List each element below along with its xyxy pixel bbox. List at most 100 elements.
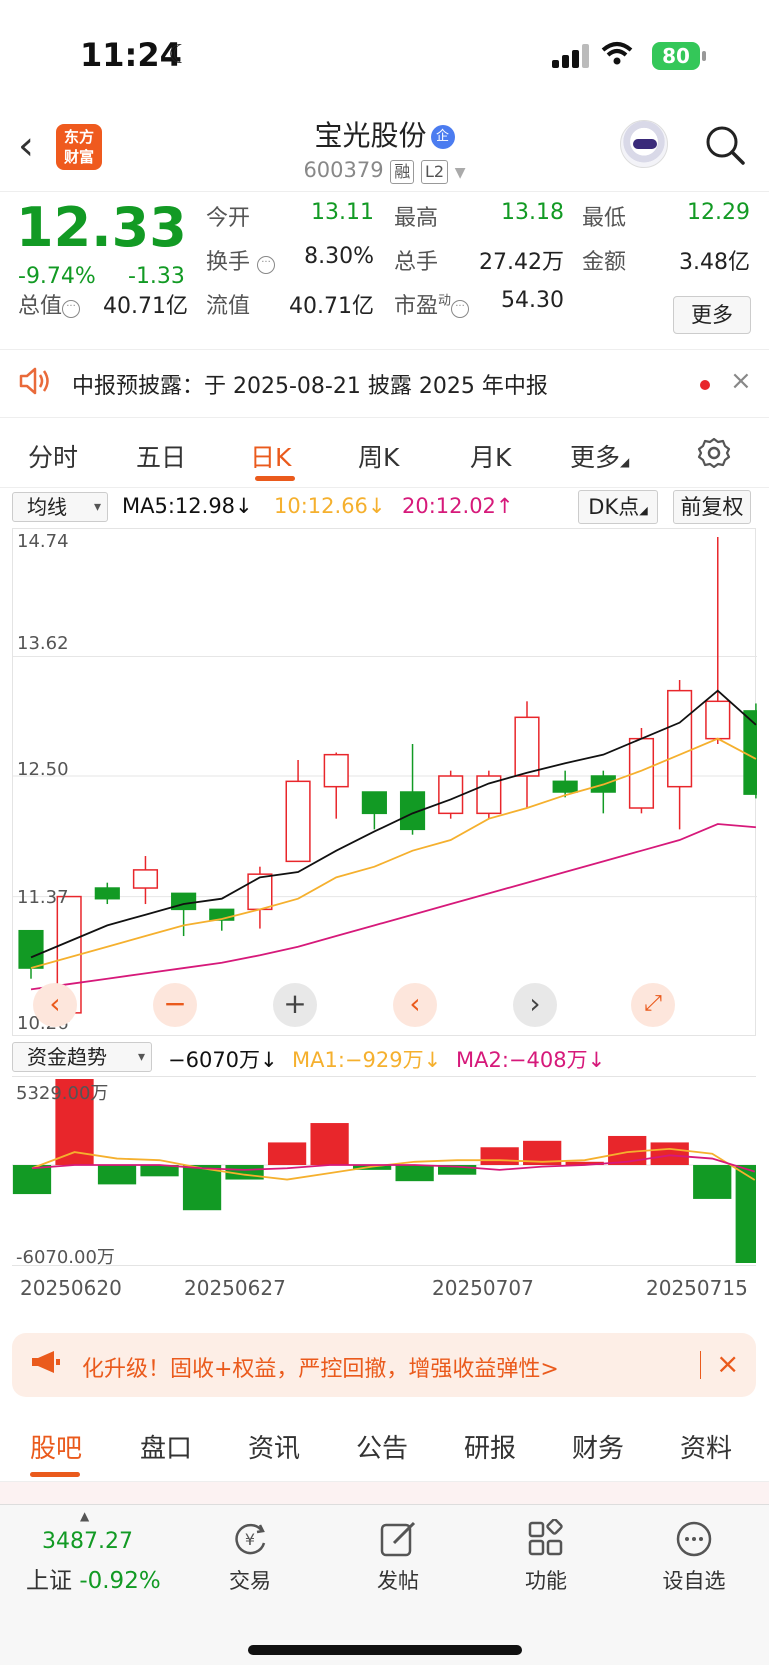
candle-body: [438, 775, 464, 815]
tab-research[interactable]: 研报: [464, 1428, 516, 1465]
ma20-line: [30, 823, 756, 991]
mktcap-value: 40.71亿: [103, 294, 188, 319]
info-tabs: 股吧 盘口 资讯 公告 研报 财务 资料: [0, 1412, 769, 1482]
pe-label: 市盈动 ···: [394, 288, 470, 320]
volume-label: 总手: [394, 250, 439, 275]
clock: 11:24: [80, 36, 182, 74]
notice-text: 中报预披露：于 2025-08-21 披露 2025 年中报: [72, 374, 548, 399]
tab-monthly-k[interactable]: 月K: [470, 438, 511, 474]
tab-weekly-k[interactable]: 周K: [358, 438, 399, 474]
more-dots-icon: [674, 1519, 714, 1559]
y-tick-label: 14.74: [17, 531, 69, 552]
megaphone-icon: [30, 1349, 62, 1382]
nav-label: 设自选: [662, 1569, 726, 1593]
next-icon[interactable]: ›: [513, 983, 557, 1027]
zoom-in-icon[interactable]: +: [273, 983, 317, 1027]
info-icon: ···: [451, 300, 470, 318]
candle-body: [667, 689, 693, 788]
tab-finance[interactable]: 财务: [572, 1428, 624, 1465]
adjust-button[interactable]: 前复权: [673, 490, 751, 524]
nav-label: 发帖: [377, 1569, 419, 1593]
nav-label: 功能: [525, 1569, 567, 1593]
fund-ma1: MA1:−929万↓: [292, 1048, 442, 1072]
index-label[interactable]: 上证 -0.92%: [26, 1561, 161, 1595]
tab-announcements[interactable]: 公告: [356, 1428, 408, 1465]
fullscreen-icon[interactable]: ⤢: [631, 983, 675, 1027]
tab-profile[interactable]: 资料: [680, 1428, 732, 1465]
zoom-out-icon[interactable]: −: [153, 983, 197, 1027]
fund-bar: [480, 1147, 519, 1166]
l2-tag: L2: [421, 160, 449, 184]
fund-value: −6070万↓: [168, 1048, 278, 1072]
candle-body: [323, 753, 349, 788]
last-price: 12.33: [16, 196, 187, 259]
fund-trend-svg: [12, 1079, 769, 1263]
candle-body: [94, 887, 120, 900]
amount-label: 金额: [582, 250, 627, 275]
nav-add-watchlist[interactable]: 设自选: [644, 1519, 744, 1595]
info-icon: ···: [62, 300, 81, 318]
tab-pankou[interactable]: 盘口: [140, 1428, 192, 1465]
grid-icon: [526, 1518, 566, 1559]
search-icon[interactable]: [704, 124, 746, 166]
svg-text:¥: ¥: [245, 1530, 255, 1549]
close-icon[interactable]: ×: [730, 366, 752, 396]
close-icon[interactable]: ×: [716, 1347, 739, 1380]
scroll-left-icon[interactable]: ‹: [33, 983, 77, 1027]
float-label: 流值: [206, 294, 251, 319]
fund-legend-row: 资金趋势 −6070万↓ MA1:−929万↓ MA2:−408万↓: [0, 1040, 769, 1076]
index-caret-icon: ▲: [80, 1509, 90, 1523]
candlestick-chart[interactable]: 14.74 13.62 12.50 11.37 10.26 ‹ − + ‹ › …: [12, 528, 757, 1036]
stock-code: 600379: [303, 158, 384, 182]
margin-tag: 融: [390, 160, 415, 184]
nav-trade[interactable]: ¥ 交易: [200, 1519, 300, 1595]
stock-name-text: 宝光股份: [314, 119, 427, 152]
tab-daily-k[interactable]: 日K: [250, 438, 291, 474]
date-label: 20250707: [432, 1276, 534, 1300]
index-value[interactable]: 3487.27: [42, 1529, 133, 1554]
fund-bar: [12, 1165, 52, 1195]
y-tick-label: 11.37: [17, 887, 69, 908]
quote-panel: 12.33 -9.74% -1.33 今开 13.11 最高 13.18 最低 …: [0, 192, 769, 350]
indicator-select[interactable]: 均线: [12, 492, 108, 522]
qi-badge-icon: 企: [430, 125, 455, 149]
prev-icon[interactable]: ‹: [393, 983, 437, 1027]
tab-more[interactable]: 更多◢: [570, 438, 629, 474]
nav-post[interactable]: 发帖: [348, 1519, 448, 1595]
notice-bar[interactable]: 中报预披露：于 2025-08-21 披露 2025 年中报 ×: [0, 350, 769, 418]
y-tick-label: 12.50: [17, 759, 69, 780]
active-tab-underline: [255, 476, 295, 481]
candle-body: [361, 791, 387, 815]
fund-bar: [693, 1165, 732, 1199]
candle-body: [285, 780, 311, 863]
promo-banner[interactable]: 化升级！固收+权益，严控回撤，增强收益弹性> ×: [12, 1333, 756, 1397]
content-peek: [0, 1482, 769, 1504]
float-value: 40.71亿: [289, 294, 374, 319]
open-value: 13.11: [311, 200, 374, 225]
y-tick-label: 13.62: [17, 633, 69, 654]
tab-news[interactable]: 资讯: [248, 1428, 300, 1465]
unread-dot: [700, 380, 710, 390]
fund-bottom-label: -6070.00万: [16, 1247, 115, 1268]
dk-point-button[interactable]: DK点◢: [578, 490, 658, 524]
ma20-legend: 20:12.02↑: [402, 494, 514, 518]
turnover-value: 8.30%: [304, 244, 374, 269]
fund-select[interactable]: 资金趋势: [12, 1042, 152, 1072]
robot-assistant-icon[interactable]: [620, 120, 668, 168]
dropdown-caret-icon[interactable]: ▼: [455, 165, 466, 181]
fund-bar: [650, 1142, 689, 1166]
tab-guba[interactable]: 股吧: [30, 1428, 82, 1465]
low-value: 12.29: [687, 200, 750, 225]
fund-bar: [97, 1165, 137, 1185]
nav-functions[interactable]: 功能: [496, 1518, 596, 1595]
tab-intraday[interactable]: 分时: [28, 438, 78, 474]
more-quote-button[interactable]: 更多: [673, 296, 751, 334]
fund-trend-chart[interactable]: 5329.00万 -6070.00万: [12, 1076, 769, 1268]
tab-five-day[interactable]: 五日: [136, 438, 186, 474]
change-percent: -9.74%: [18, 264, 96, 289]
amount-value: 3.48亿: [679, 250, 750, 275]
fund-bar: [267, 1142, 307, 1166]
banner-text: 化升级！固收+权益，严控回撤，增强收益弹性>: [82, 1357, 559, 1382]
gear-icon[interactable]: [697, 436, 731, 470]
candle-body: [18, 929, 44, 969]
